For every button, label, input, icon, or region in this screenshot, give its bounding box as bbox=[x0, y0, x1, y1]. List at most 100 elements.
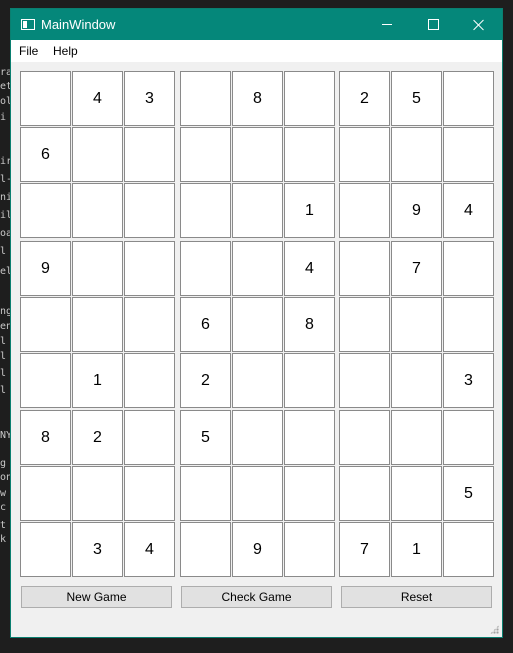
sudoku-cell[interactable] bbox=[124, 353, 175, 408]
sudoku-cell[interactable] bbox=[391, 353, 442, 408]
sudoku-cell[interactable] bbox=[124, 466, 175, 521]
sudoku-cell[interactable]: 5 bbox=[180, 410, 231, 465]
sudoku-cell[interactable] bbox=[180, 522, 231, 577]
sudoku-cell[interactable] bbox=[443, 410, 494, 465]
sudoku-cell[interactable]: 4 bbox=[443, 183, 494, 238]
sudoku-cell[interactable] bbox=[339, 466, 390, 521]
sudoku-cell[interactable]: 9 bbox=[232, 522, 283, 577]
sudoku-cell[interactable] bbox=[20, 71, 71, 126]
sudoku-cell[interactable] bbox=[339, 183, 390, 238]
sudoku-cell[interactable] bbox=[339, 297, 390, 352]
sudoku-cell[interactable] bbox=[72, 183, 123, 238]
sudoku-cell[interactable] bbox=[339, 241, 390, 296]
sudoku-cell[interactable] bbox=[232, 241, 283, 296]
sudoku-cell[interactable]: 8 bbox=[232, 71, 283, 126]
sudoku-cell[interactable] bbox=[232, 183, 283, 238]
sudoku-cell[interactable] bbox=[124, 127, 175, 182]
sudoku-cell[interactable] bbox=[20, 297, 71, 352]
window-title: MainWindow bbox=[41, 17, 116, 32]
sudoku-cell[interactable] bbox=[284, 353, 335, 408]
sudoku-cell[interactable]: 8 bbox=[284, 297, 335, 352]
sudoku-cell[interactable] bbox=[20, 353, 71, 408]
sudoku-cell[interactable]: 3 bbox=[124, 71, 175, 126]
sudoku-cell[interactable] bbox=[232, 353, 283, 408]
sudoku-cell[interactable]: 6 bbox=[20, 127, 71, 182]
sudoku-cell[interactable] bbox=[72, 241, 123, 296]
sudoku-cell[interactable] bbox=[180, 466, 231, 521]
maximize-icon bbox=[427, 19, 439, 30]
sudoku-cell[interactable] bbox=[180, 183, 231, 238]
sudoku-cell[interactable]: 2 bbox=[339, 71, 390, 126]
sudoku-cell[interactable] bbox=[443, 241, 494, 296]
sudoku-cell[interactable] bbox=[284, 71, 335, 126]
sudoku-cell[interactable]: 8 bbox=[20, 410, 71, 465]
sudoku-cell[interactable] bbox=[20, 522, 71, 577]
sudoku-cell[interactable] bbox=[180, 71, 231, 126]
sudoku-cell[interactable] bbox=[284, 522, 335, 577]
sudoku-cell[interactable] bbox=[232, 127, 283, 182]
sudoku-cell[interactable] bbox=[20, 466, 71, 521]
sudoku-cell[interactable] bbox=[443, 127, 494, 182]
check-game-button[interactable]: Check Game bbox=[181, 586, 332, 608]
sudoku-cell[interactable]: 2 bbox=[180, 353, 231, 408]
sudoku-cell[interactable] bbox=[232, 466, 283, 521]
sudoku-cell[interactable]: 5 bbox=[443, 466, 494, 521]
sudoku-cell[interactable] bbox=[339, 127, 390, 182]
sudoku-cell[interactable]: 1 bbox=[391, 522, 442, 577]
menu-file[interactable]: File bbox=[19, 43, 38, 59]
menu-help[interactable]: Help bbox=[53, 43, 78, 59]
sudoku-cell[interactable] bbox=[232, 410, 283, 465]
sudoku-cell[interactable] bbox=[339, 353, 390, 408]
resize-grip-icon[interactable] bbox=[490, 625, 499, 634]
sudoku-cell[interactable] bbox=[180, 127, 231, 182]
sudoku-cell[interactable]: 6 bbox=[180, 297, 231, 352]
sudoku-cell[interactable] bbox=[391, 297, 442, 352]
reset-button[interactable]: Reset bbox=[341, 586, 492, 608]
sudoku-cell[interactable] bbox=[391, 410, 442, 465]
app-window-icon bbox=[21, 19, 35, 30]
sudoku-cell[interactable]: 4 bbox=[72, 71, 123, 126]
sudoku-cell[interactable]: 1 bbox=[72, 353, 123, 408]
sudoku-cell[interactable] bbox=[284, 127, 335, 182]
sudoku-cell[interactable] bbox=[391, 127, 442, 182]
sudoku-cell[interactable] bbox=[284, 466, 335, 521]
background-editor-right bbox=[503, 0, 513, 653]
menu-bar: File Help bbox=[11, 40, 502, 62]
sudoku-cell[interactable] bbox=[20, 183, 71, 238]
sudoku-cell[interactable]: 7 bbox=[339, 522, 390, 577]
sudoku-cell[interactable] bbox=[124, 410, 175, 465]
minimize-icon bbox=[382, 24, 392, 25]
maximize-button[interactable] bbox=[410, 9, 456, 40]
sudoku-cell[interactable] bbox=[443, 297, 494, 352]
sudoku-cell[interactable] bbox=[72, 127, 123, 182]
sudoku-cell[interactable]: 3 bbox=[443, 353, 494, 408]
sudoku-cell[interactable]: 3 bbox=[72, 522, 123, 577]
title-bar[interactable]: MainWindow bbox=[11, 9, 502, 40]
sudoku-cell[interactable]: 1 bbox=[284, 183, 335, 238]
new-game-button[interactable]: New Game bbox=[21, 586, 172, 608]
sudoku-cell[interactable]: 7 bbox=[391, 241, 442, 296]
sudoku-cell[interactable] bbox=[284, 410, 335, 465]
sudoku-cell[interactable] bbox=[72, 466, 123, 521]
main-window: MainWindow File Help 4382561949476812382… bbox=[10, 8, 503, 638]
sudoku-cell[interactable] bbox=[443, 71, 494, 126]
sudoku-cell[interactable] bbox=[339, 410, 390, 465]
sudoku-cell[interactable]: 2 bbox=[72, 410, 123, 465]
sudoku-cell[interactable] bbox=[232, 297, 283, 352]
close-icon bbox=[473, 19, 485, 31]
sudoku-cell[interactable] bbox=[72, 297, 123, 352]
sudoku-cell[interactable] bbox=[124, 241, 175, 296]
sudoku-cell[interactable]: 9 bbox=[20, 241, 71, 296]
sudoku-board: 43825619494768123825534971 bbox=[20, 71, 496, 581]
minimize-button[interactable] bbox=[364, 9, 410, 40]
sudoku-cell[interactable]: 4 bbox=[284, 241, 335, 296]
sudoku-cell[interactable] bbox=[180, 241, 231, 296]
sudoku-cell[interactable]: 5 bbox=[391, 71, 442, 126]
close-button[interactable] bbox=[456, 9, 502, 40]
sudoku-cell[interactable] bbox=[124, 183, 175, 238]
sudoku-cell[interactable] bbox=[124, 297, 175, 352]
sudoku-cell[interactable] bbox=[391, 466, 442, 521]
sudoku-cell[interactable]: 4 bbox=[124, 522, 175, 577]
sudoku-cell[interactable]: 9 bbox=[391, 183, 442, 238]
sudoku-cell[interactable] bbox=[443, 522, 494, 577]
